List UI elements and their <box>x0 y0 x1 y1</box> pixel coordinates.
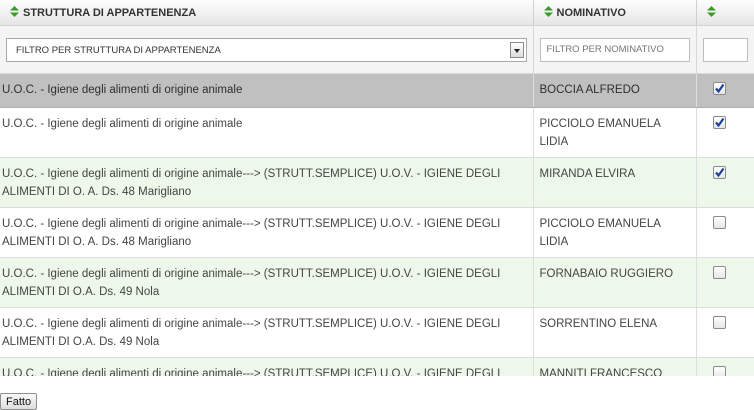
struttura-cell: U.O.C. - Igiene degli alimenti di origin… <box>0 157 534 208</box>
select-cell <box>696 157 754 208</box>
filter-cell-nominativo <box>533 25 697 74</box>
table-row[interactable]: U.O.C. - Igiene degli alimenti di origin… <box>0 357 754 376</box>
nominativo-cell: MIRANDA ELVIRA <box>533 157 697 208</box>
row-checkbox[interactable] <box>712 216 726 229</box>
select-cell <box>696 73 754 108</box>
nominativo-cell: BOCCIA ALFREDO <box>533 73 697 108</box>
column-header-select[interactable] <box>696 0 754 26</box>
row-checkbox[interactable] <box>712 316 726 329</box>
table-row[interactable]: U.O.C. - Igiene degli alimenti di origin… <box>0 157 754 208</box>
nominativo-filter-input[interactable] <box>539 37 690 62</box>
table-row[interactable]: U.O.C. - Igiene degli alimenti di origin… <box>0 257 754 308</box>
struttura-cell: U.O.C. - Igiene degli alimenti di origin… <box>0 207 534 258</box>
table-row[interactable]: U.O.C. - Igiene degli alimenti di origin… <box>0 307 754 358</box>
chevron-down-icon[interactable] <box>509 41 524 58</box>
struttura-cell: U.O.C. - Igiene degli alimenti di origin… <box>0 257 534 308</box>
nominativo-cell: FORNABAIO RUGGIERO <box>533 257 697 308</box>
table-row[interactable]: U.O.C. - Igiene degli alimenti di origin… <box>0 107 754 158</box>
struttura-cell: U.O.C. - Igiene degli alimenti di origin… <box>0 307 534 358</box>
filter-cell-struttura: FILTRO PER STRUTTURA DI APPARTENENZA <box>0 25 534 74</box>
filter-row: FILTRO PER STRUTTURA DI APPARTENENZA <box>0 25 754 74</box>
sort-icon <box>706 6 716 17</box>
filter-cell-select <box>696 25 754 74</box>
table-row[interactable]: U.O.C. - Igiene degli alimenti di origin… <box>0 73 754 108</box>
struttura-cell: U.O.C. - Igiene degli alimenti di origin… <box>0 357 534 376</box>
results-table: STRUTTURA DI APPARTENENZA NOMINATIVO FIL… <box>0 0 754 376</box>
select-cell <box>696 307 754 358</box>
header-row: STRUTTURA DI APPARTENENZA NOMINATIVO <box>0 0 754 26</box>
select-cell <box>696 357 754 376</box>
table-row[interactable]: U.O.C. - Igiene degli alimenti di origin… <box>0 207 754 258</box>
column-header-nominativo[interactable]: NOMINATIVO <box>533 0 697 26</box>
done-button[interactable]: Fatto <box>0 393 38 410</box>
sort-icon <box>10 6 19 17</box>
checkmark-icon <box>714 83 724 94</box>
nominativo-cell: PICCIOLO EMANUELA LIDIA <box>533 207 697 258</box>
sort-icon <box>543 6 553 17</box>
struttura-cell: U.O.C. - Igiene degli alimenti di origin… <box>0 107 534 158</box>
struttura-filter-select[interactable]: FILTRO PER STRUTTURA DI APPARTENENZA <box>6 37 527 62</box>
nominativo-cell: SORRENTINO ELENA <box>533 307 697 358</box>
nominativo-cell: PICCIOLO EMANUELA LIDIA <box>533 107 697 158</box>
column-header-label: NOMINATIVO <box>556 7 626 19</box>
struttura-filter-value: FILTRO PER STRUTTURA DI APPARTENENZA <box>16 44 221 56</box>
checkmark-icon <box>714 117 724 128</box>
row-checkbox[interactable] <box>712 166 726 179</box>
column-header-struttura[interactable]: STRUTTURA DI APPARTENENZA <box>0 0 534 26</box>
row-checkbox[interactable] <box>712 82 726 95</box>
select-cell <box>696 107 754 158</box>
select-cell <box>696 207 754 258</box>
row-checkbox[interactable] <box>712 116 726 129</box>
checkmark-icon <box>714 167 724 178</box>
row-checkbox[interactable] <box>712 266 726 279</box>
struttura-cell: U.O.C. - Igiene degli alimenti di origin… <box>0 73 534 108</box>
select-cell <box>696 257 754 308</box>
column-header-label: STRUTTURA DI APPARTENENZA <box>23 7 197 19</box>
select-filter-input[interactable] <box>702 37 748 62</box>
nominativo-cell: MANNITI FRANCESCO <box>533 357 697 376</box>
row-checkbox[interactable] <box>712 366 726 376</box>
data-grid: STRUTTURA DI APPARTENENZA NOMINATIVO FIL… <box>0 0 754 376</box>
